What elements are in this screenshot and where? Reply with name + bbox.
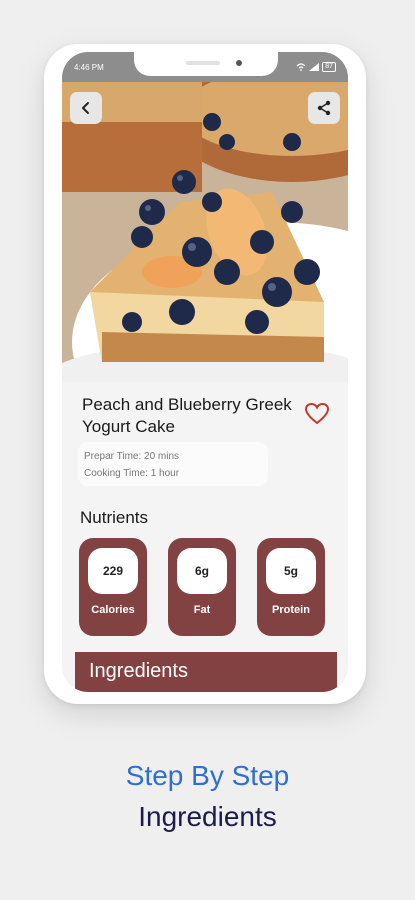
phone-notch — [134, 52, 278, 76]
promo-caption-line2: Ingredients — [138, 801, 277, 832]
speaker-grille — [186, 61, 220, 65]
battery-icon: 87 — [322, 62, 336, 72]
nutrient-label: Calories — [91, 604, 135, 616]
nutrient-label: Fat — [193, 604, 211, 616]
share-icon — [317, 100, 331, 116]
nutrients-heading: Nutrients — [80, 508, 149, 527]
heart-icon[interactable] — [304, 402, 330, 426]
ingredients-header[interactable]: Ingredients — [75, 652, 337, 692]
back-button[interactable] — [70, 92, 102, 124]
nutrient-calories[interactable]: 229 Calories — [79, 538, 147, 636]
nutrient-value: 229 — [88, 548, 138, 594]
nutrient-fat[interactable]: 6g Fat — [168, 538, 236, 636]
cake-photo — [62, 82, 348, 382]
prep-time: Prepar Time: 20 mins — [84, 451, 180, 462]
recipe-details-card: Peach and Blueberry Greek Yogurt Cake Pr… — [62, 382, 348, 692]
cook-time: Cooking Time: 1 hour — [84, 468, 180, 479]
recipe-times: Prepar Time: 20 mins Cooking Time: 1 hou… — [78, 442, 268, 486]
back-arrow-icon — [82, 102, 89, 114]
nutrient-value: 5g — [266, 548, 316, 594]
recipe-title: Peach and Blueberry Greek Yogurt Cake — [82, 395, 292, 436]
phone-screen: 4:46 PM 87 Peach and Blueberry Greek Yog… — [62, 52, 348, 692]
recipe-hero-image — [62, 82, 348, 382]
signal-icon — [309, 63, 320, 71]
promo-caption-line1: Step By Step — [125, 760, 290, 791]
nutrient-protein[interactable]: 5g Protein — [257, 538, 325, 636]
nutrient-label: Protein — [272, 604, 310, 616]
nutrient-value: 6g — [177, 548, 227, 594]
status-icons: 87 — [296, 62, 336, 72]
status-time: 4:46 PM — [74, 62, 104, 72]
share-button[interactable] — [308, 92, 340, 124]
wifi-icon — [296, 63, 306, 71]
front-camera — [236, 60, 242, 66]
battery-level: 87 — [325, 63, 333, 70]
phone-frame: 4:46 PM 87 Peach and Blueberry Greek Yog… — [44, 44, 366, 704]
